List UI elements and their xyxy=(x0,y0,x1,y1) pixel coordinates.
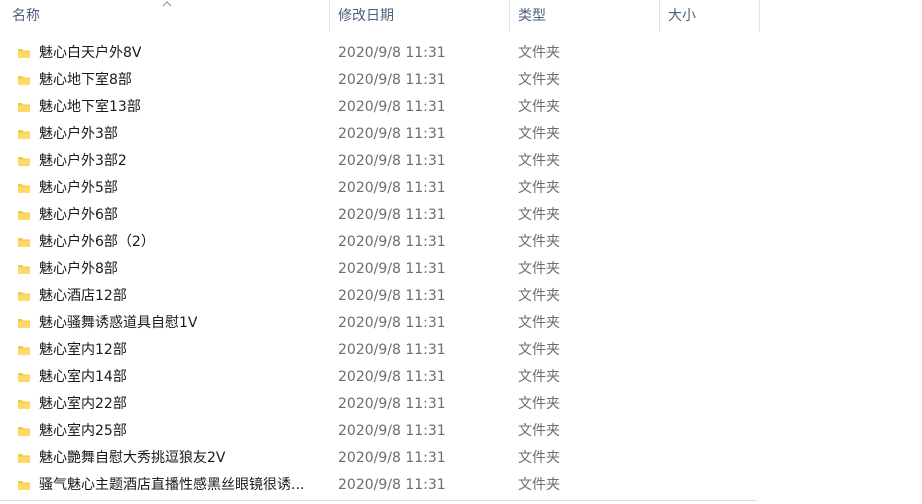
folder-icon xyxy=(18,373,30,382)
file-type: 文件夹 xyxy=(518,396,560,412)
folder-icon xyxy=(18,265,30,274)
list-item[interactable]: 魅心室内25部 2020/9/8 11:31 文件夹 xyxy=(0,418,922,445)
folder-icon xyxy=(18,157,30,166)
file-name: 魅心白天户外8V xyxy=(39,45,142,61)
date-modified: 2020/9/8 11:31 xyxy=(338,126,446,142)
file-name: 魅心地下室13部 xyxy=(39,99,141,115)
date-modified: 2020/9/8 11:31 xyxy=(338,45,446,61)
date-modified: 2020/9/8 11:31 xyxy=(338,396,446,412)
file-type: 文件夹 xyxy=(518,288,560,304)
folder-icon xyxy=(18,211,30,220)
file-name: 骚气魅心主题酒店直播性感黑丝眼镜很诱... xyxy=(39,477,305,493)
file-type: 文件夹 xyxy=(518,423,560,439)
file-name: 魅心室内14部 xyxy=(39,369,127,385)
date-modified: 2020/9/8 11:31 xyxy=(338,369,446,385)
folder-icon xyxy=(18,49,30,58)
folder-icon xyxy=(18,427,30,436)
file-name: 魅心户外8部 xyxy=(39,261,118,277)
file-type: 文件夹 xyxy=(518,369,560,385)
list-item[interactable]: 骚气魅心主题酒店直播性感黑丝眼镜很诱... 2020/9/8 11:31 文件夹 xyxy=(0,472,922,499)
date-modified: 2020/9/8 11:31 xyxy=(338,423,446,439)
file-type: 文件夹 xyxy=(518,342,560,358)
date-modified: 2020/9/8 11:31 xyxy=(338,261,446,277)
file-type: 文件夹 xyxy=(518,450,560,466)
folder-icon xyxy=(18,103,30,112)
list-item[interactable]: 魅心地下室8部 2020/9/8 11:31 文件夹 xyxy=(0,67,922,94)
column-header-type[interactable]: 类型 xyxy=(510,0,660,32)
file-name: 魅心骚舞诱惑道具自慰1V xyxy=(39,315,198,331)
folder-icon xyxy=(18,292,30,301)
file-type: 文件夹 xyxy=(518,180,560,196)
date-modified: 2020/9/8 11:31 xyxy=(338,477,446,493)
folder-icon xyxy=(18,454,30,463)
list-item[interactable]: 魅心室内14部 2020/9/8 11:31 文件夹 xyxy=(0,364,922,391)
date-modified: 2020/9/8 11:31 xyxy=(338,288,446,304)
list-item[interactable]: 魅心地下室13部 2020/9/8 11:31 文件夹 xyxy=(0,94,922,121)
file-type: 文件夹 xyxy=(518,477,560,493)
list-item[interactable]: 魅心户外8部 2020/9/8 11:31 文件夹 xyxy=(0,256,922,283)
file-name: 魅心户外3部 xyxy=(39,126,118,142)
file-name: 魅心酒店12部 xyxy=(39,288,127,304)
folder-icon xyxy=(18,346,30,355)
list-item[interactable]: 魅心户外5部 2020/9/8 11:31 文件夹 xyxy=(0,175,922,202)
list-item[interactable]: 魅心室内12部 2020/9/8 11:31 文件夹 xyxy=(0,337,922,364)
file-type: 文件夹 xyxy=(518,72,560,88)
list-item[interactable]: 魅心白天户外8V 2020/9/8 11:31 文件夹 xyxy=(0,40,922,67)
column-header-bar: 名称 修改日期 类型 大小 xyxy=(0,0,922,32)
file-type: 文件夹 xyxy=(518,207,560,223)
list-item[interactable]: 魅心酒店12部 2020/9/8 11:31 文件夹 xyxy=(0,283,922,310)
list-item[interactable]: 魅心户外6部（2） 2020/9/8 11:31 文件夹 xyxy=(0,229,922,256)
date-modified: 2020/9/8 11:31 xyxy=(338,342,446,358)
list-item[interactable]: 魅心室内22部 2020/9/8 11:31 文件夹 xyxy=(0,391,922,418)
list-bottom-divider xyxy=(0,500,757,501)
file-name: 魅心艷舞自慰大秀挑逗狼友2V xyxy=(39,450,226,466)
file-type: 文件夹 xyxy=(518,99,560,115)
file-name: 魅心室内12部 xyxy=(39,342,127,358)
date-modified: 2020/9/8 11:31 xyxy=(338,234,446,250)
file-type: 文件夹 xyxy=(518,153,560,169)
file-name: 魅心地下室8部 xyxy=(39,72,132,88)
folder-icon xyxy=(18,76,30,85)
file-name: 魅心室内22部 xyxy=(39,396,127,412)
folder-icon xyxy=(18,481,30,490)
file-name: 魅心户外5部 xyxy=(39,180,118,196)
date-modified: 2020/9/8 11:31 xyxy=(338,180,446,196)
file-type: 文件夹 xyxy=(518,234,560,250)
file-name: 魅心户外6部（2） xyxy=(39,234,155,250)
file-type: 文件夹 xyxy=(518,261,560,277)
list-item[interactable]: 魅心户外6部 2020/9/8 11:31 文件夹 xyxy=(0,202,922,229)
date-modified: 2020/9/8 11:31 xyxy=(338,450,446,466)
list-item[interactable]: 魅心骚舞诱惑道具自慰1V 2020/9/8 11:31 文件夹 xyxy=(0,310,922,337)
date-modified: 2020/9/8 11:31 xyxy=(338,153,446,169)
folder-icon xyxy=(18,400,30,409)
date-modified: 2020/9/8 11:31 xyxy=(338,72,446,88)
date-modified: 2020/9/8 11:31 xyxy=(338,99,446,115)
folder-icon xyxy=(18,319,30,328)
file-name: 魅心室内25部 xyxy=(39,423,127,439)
file-type: 文件夹 xyxy=(518,315,560,331)
file-type: 文件夹 xyxy=(518,45,560,61)
column-header-date-modified[interactable]: 修改日期 xyxy=(330,0,510,32)
date-modified: 2020/9/8 11:31 xyxy=(338,207,446,223)
list-item[interactable]: 魅心户外3部2 2020/9/8 11:31 文件夹 xyxy=(0,148,922,175)
file-name: 魅心户外3部2 xyxy=(39,153,127,169)
sort-ascending-icon xyxy=(162,1,172,7)
file-name: 魅心户外6部 xyxy=(39,207,118,223)
list-item[interactable]: 魅心户外3部 2020/9/8 11:31 文件夹 xyxy=(0,121,922,148)
file-list: 魅心白天户外8V 2020/9/8 11:31 文件夹 魅心地下室8部 2020/9/8… xyxy=(0,40,922,499)
date-modified: 2020/9/8 11:31 xyxy=(338,315,446,331)
folder-icon xyxy=(18,238,30,247)
file-type: 文件夹 xyxy=(518,126,560,142)
folder-icon xyxy=(18,184,30,193)
column-header-size[interactable]: 大小 xyxy=(660,0,760,32)
list-item[interactable]: 魅心艷舞自慰大秀挑逗狼友2V 2020/9/8 11:31 文件夹 xyxy=(0,445,922,472)
folder-icon xyxy=(18,130,30,139)
